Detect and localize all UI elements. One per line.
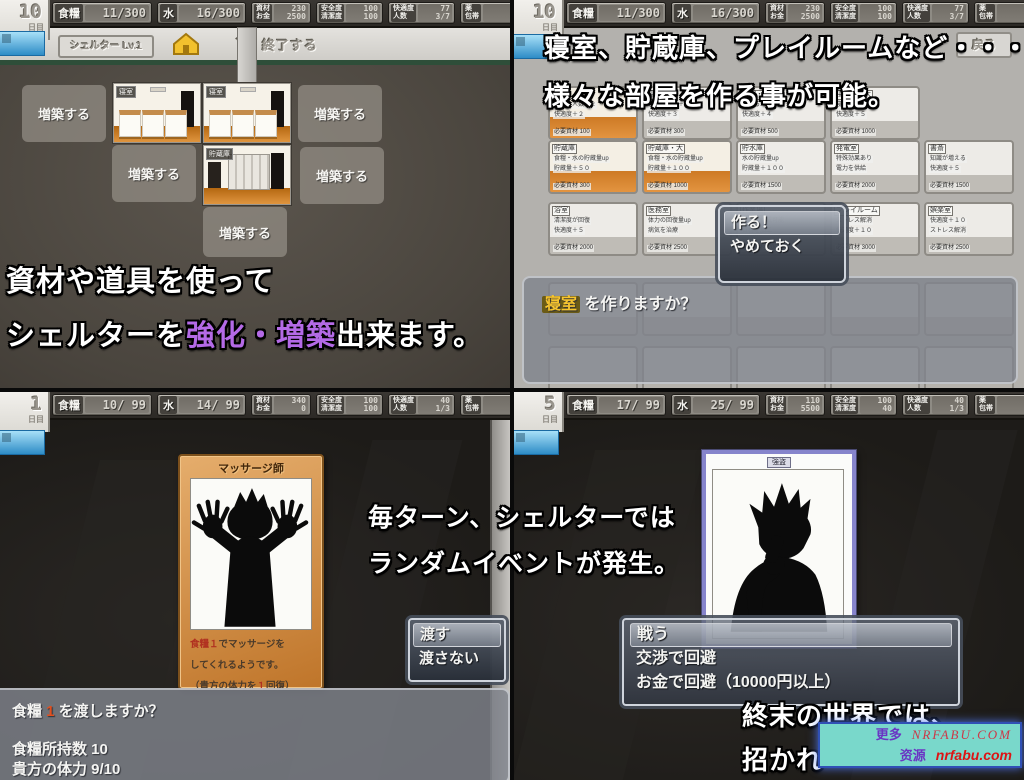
fight-choice-window: 戦う 交渉で回避 お金で回避（10000円以上） xyxy=(622,618,960,706)
build-choice-window: 作る！ やめておく xyxy=(718,205,846,283)
shelter-level-badge: シェルター Lv.1 xyxy=(58,35,154,58)
room-card[interactable]: 娯楽室 快適度＋１０ ストレス解消 必要資材 2500 xyxy=(924,202,1014,256)
stat-pair: 安全度清潔度 100100 xyxy=(830,2,897,24)
tutorial-caption-line1: 資材や道具を使って xyxy=(6,258,275,300)
stat-pair: 資材お金 3400 xyxy=(251,394,311,416)
status-bar: 食糧11/300 水16/300 資材お金 2302500 安全度清潔度 100… xyxy=(514,0,1024,28)
room-tile-storage[interactable]: 貯蔵庫 xyxy=(203,145,291,205)
tutorial-caption-line2: 様々な部屋を作る事が可能。 xyxy=(544,76,895,113)
stat-pair: 薬包帯 31 xyxy=(460,394,510,416)
tutorial-caption-events-line1: 毎ターン、シェルターでは xyxy=(368,498,676,534)
stat-pair: 薬包帯 73 xyxy=(460,2,510,24)
choice-dont-give[interactable]: 渡さない xyxy=(413,647,501,671)
expand-button[interactable]: 増築する xyxy=(112,145,196,202)
food-stat: 食糧10/ 99 xyxy=(52,394,152,416)
choice-pay[interactable]: お金で回避（10000円以上） xyxy=(630,671,952,695)
tutorial-caption-line1: 寝室、貯蔵庫、プレイルームなど・・・ xyxy=(544,28,1024,65)
status-bar: 食糧10/ 99 水14/ 99 資材お金 3400 安全度清潔度 100100 xyxy=(0,392,510,420)
turn-tab xyxy=(0,430,45,455)
event-card-title: マッサージ師 xyxy=(180,460,322,476)
stat-pair: 快適度人数 773/7 xyxy=(388,2,455,24)
expand-button[interactable]: 増築する xyxy=(203,207,287,257)
watermark: 更多NRFABU.COM 资源nrfabu.com xyxy=(818,722,1022,768)
stat-pair: 資材お金 2302500 xyxy=(765,2,825,24)
room-tile-bedroom[interactable]: 寝室 xyxy=(203,83,291,143)
event-card-photo xyxy=(712,469,844,639)
stat-pair: 安全度清潔度 100100 xyxy=(316,2,383,24)
food-stat: 食糧11/300 xyxy=(566,2,666,24)
turn-counter: 5 日目 xyxy=(514,392,564,432)
message-window: 寝室 を作りますか？ xyxy=(522,276,1018,384)
quit-button[interactable]: 終了する xyxy=(262,35,318,54)
food-stat: 食糧11/300 xyxy=(52,2,152,24)
turn-counter: 1 日目 xyxy=(0,392,50,432)
intruder-silhouette xyxy=(713,470,841,636)
stat-pair: 快適度人数 401/3 xyxy=(388,394,455,416)
panel-event-massage: 食糧10/ 99 水14/ 99 資材お金 3400 安全度清潔度 100100 xyxy=(0,392,510,780)
room-name-highlight: 寝室 xyxy=(542,296,580,313)
stat-pair: 安全度清潔度 10040 xyxy=(830,394,897,416)
screenshot-grid: 食糧11/300 水16/300 資材お金 2302500 安全度清潔度 100… xyxy=(0,0,1024,780)
room-card[interactable]: 書斎 知識が増える 快適度＋５ 必要資材 1500 xyxy=(924,140,1014,194)
choice-build[interactable]: 作る！ xyxy=(724,211,840,235)
stat-pair: 薬包帯 31 xyxy=(974,394,1024,416)
choice-give[interactable]: 渡す xyxy=(413,623,501,647)
panel-shelter-view: 食糧11/300 水16/300 資材お金 2302500 安全度清潔度 100… xyxy=(0,0,510,388)
choice-negotiate[interactable]: 交渉で回避 xyxy=(630,647,952,671)
room-card[interactable]: 浴室 清潔度が回復 快適度＋５ 必要資材 2000 xyxy=(548,202,638,256)
water-stat: 水25/ 99 xyxy=(671,394,760,416)
room-card[interactable]: 貯水庫 水の貯蔵量up 貯蔵量＋１００ 必要資材 1500 xyxy=(736,140,826,194)
turn-tab xyxy=(514,430,559,455)
event-card-title: 強盗 xyxy=(767,457,791,468)
event-card: マッサージ師 xyxy=(178,454,324,690)
tutorial-caption-line2: シェルターを強化・増築出来ます。 xyxy=(6,312,483,354)
turn-tab xyxy=(0,31,45,56)
elevator-shaft xyxy=(237,27,257,87)
event-card-photo xyxy=(190,478,312,630)
choice-fight[interactable]: 戦う xyxy=(630,623,952,647)
stat-pair: 資材お金 1105500 xyxy=(765,394,825,416)
water-stat: 水14/ 99 xyxy=(157,394,246,416)
message-window: 食糧 1 を渡しますか？ 食糧所持数 10 貴方の体力 9/10 xyxy=(0,688,510,780)
stat-pair: 安全度清潔度 100100 xyxy=(316,394,383,416)
stat-pair: 快適度人数 401/3 xyxy=(902,394,969,416)
tutorial-caption-line2: 招かれ xyxy=(742,740,823,777)
water-stat: 水16/300 xyxy=(157,2,246,24)
expand-button[interactable]: 増築する xyxy=(300,147,384,204)
room-card[interactable]: 発電室 特殊効果あり 電力を供給 必要資材 2000 xyxy=(830,140,920,194)
tutorial-caption-events-line2: ランダムイベントが発生。 xyxy=(368,544,680,580)
masseur-silhouette xyxy=(191,479,309,627)
water-stat: 水16/300 xyxy=(671,2,760,24)
stat-pair: 資材お金 2302500 xyxy=(251,2,311,24)
panel-build-menu: 食糧11/300 水16/300 資材お金 2302500 安全度清潔度 100… xyxy=(514,0,1024,388)
give-choice-window: 渡す 渡さない xyxy=(408,618,506,682)
stat-pair: 快適度人数 773/7 xyxy=(902,2,969,24)
stat-pair: 薬包帯 73 xyxy=(974,2,1024,24)
status-bar: 食糧17/ 99 水25/ 99 資材お金 1105500 安全度清潔度 100… xyxy=(514,392,1024,420)
room-card[interactable]: 貯蔵庫 食糧・水の貯蔵量up 貯蔵量＋５０ 必要資材 300 xyxy=(548,140,638,194)
food-stat: 食糧17/ 99 xyxy=(566,394,666,416)
expand-button[interactable]: 増築する xyxy=(22,85,106,142)
room-tile-bedroom[interactable]: 寝室 xyxy=(113,83,201,143)
home-icon[interactable] xyxy=(172,32,200,61)
status-bar: 食糧11/300 水16/300 資材お金 2302500 安全度清潔度 100… xyxy=(0,0,510,28)
expand-button[interactable]: 増築する xyxy=(298,85,382,142)
panel-event-intruder: 食糧17/ 99 水25/ 99 資材お金 1105500 安全度清潔度 100… xyxy=(514,392,1024,780)
room-card[interactable]: 貯蔵庫・大 食糧・水の貯蔵量up 貯蔵量＋１００ 必要資材 1000 xyxy=(642,140,732,194)
choice-cancel[interactable]: やめておく xyxy=(724,235,840,259)
